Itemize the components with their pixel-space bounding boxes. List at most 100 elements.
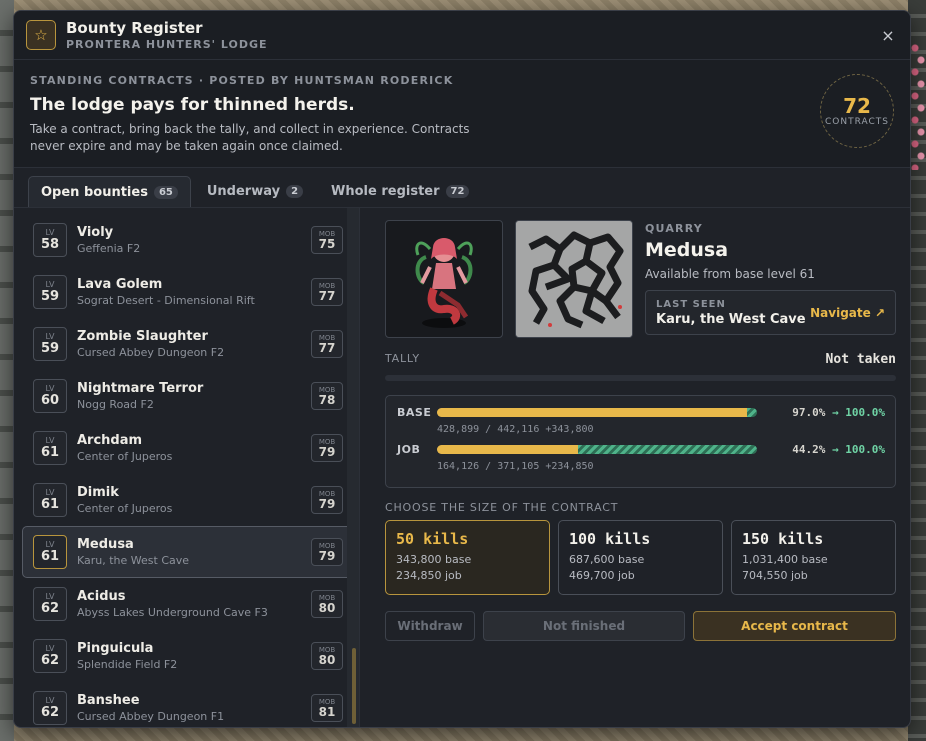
list-item-name: Pinguicula (77, 641, 154, 656)
level-badge: LV 60 (33, 379, 67, 413)
job-exp-numbers: 164,126 / 371,105 +234,850 (437, 461, 594, 472)
level-tag: LV (45, 384, 55, 393)
window-subtitle: PRONTERA HUNTERS' LODGE (66, 38, 268, 51)
size-job-reward: 704,550 job (742, 569, 808, 582)
list-item-name: Zombie Slaughter (77, 329, 208, 344)
mob-level-badge: MOB 77 (311, 330, 343, 358)
close-button[interactable]: × (878, 26, 898, 45)
list-item-location: Abyss Lakes Underground Cave F3 (77, 606, 268, 619)
mob-level-badge: MOB 79 (311, 538, 343, 566)
scrollbar-thumb[interactable] (352, 648, 356, 724)
hero-headline: The lodge pays for thinned herds. (30, 95, 355, 115)
tab-open-bounties[interactable]: Open bounties 65 (28, 176, 191, 207)
size-option-100[interactable]: 100 kills 687,600 base 469,700 job (558, 520, 723, 595)
list-item[interactable]: LV 59 Zombie Slaughter Cursed Abbey Dungeon… (22, 318, 354, 370)
contract-size-label: CHOOSE THE SIZE OF THE CONTRACT (385, 501, 619, 514)
contracts-count: 72 (843, 94, 871, 118)
navigate-link[interactable]: Navigate ↗ (810, 306, 885, 320)
title-bar[interactable]: ☆ Bounty Register PRONTERA HUNTERS' LODG… (14, 11, 910, 60)
tab-underway[interactable]: Underway 2 (195, 176, 315, 207)
mob-level-value: 80 (318, 652, 336, 667)
level-value: 61 (40, 445, 60, 460)
level-value: 61 (40, 497, 60, 512)
list-item-location: Cursed Abbey Dungeon F2 (77, 346, 225, 359)
job-exp-after-pct: 100.0% (845, 443, 885, 456)
list-item[interactable]: LV 62 Banshee Cursed Abbey Dungeon F1 MOB 81 (22, 682, 354, 727)
action-bar: Withdraw Not finished Accept contract (385, 611, 896, 641)
list-item-location: The Ruins of Jupero F1 (77, 208, 200, 209)
level-badge: LV 62 (33, 691, 67, 725)
level-value: 61 (40, 549, 60, 564)
level-value: 62 (40, 601, 60, 616)
level-tag: LV (45, 280, 55, 289)
tab-count-badge: 72 (445, 185, 470, 198)
bounty-list[interactable]: The Ruins of Jupero F1 LV58ViolyGeffenia … (14, 208, 360, 727)
bounty-detail: QUARRY Medusa Available from base level … (360, 208, 910, 727)
tab-count-badge: 2 (286, 185, 304, 198)
base-exp-gain (747, 408, 757, 417)
last-seen-place: Karu, the West Cave (656, 311, 806, 327)
arrow-icon: → (832, 443, 839, 456)
list-item-location: Karu, the West Cave (77, 554, 190, 567)
list-item[interactable]: LV 58 Violy Geffenia F2 MOB 75 (22, 214, 354, 266)
list-item[interactable]: LV 61 Medusa Karu, the West Cave MOB 79 (22, 526, 354, 578)
mob-level-badge: MOB 79 (311, 434, 343, 462)
base-exp-bar (437, 408, 757, 417)
job-exp-current-pct: 44.2% (792, 443, 826, 456)
not-finished-button[interactable]: Not finished (483, 611, 685, 641)
list-item[interactable]: LV 61 Dimik Center of Juperos MOB 79 (22, 474, 354, 526)
base-exp-label: BASE (397, 406, 432, 419)
list-item-name: Archdam (77, 433, 143, 448)
list-item[interactable]: LV 59 Lava Golem Sograt Desert - Dimensiona… (22, 266, 354, 318)
arrow-icon: → (832, 406, 839, 419)
list-item[interactable]: LV 60 Nightmare Terror Nogg Road F2 MOB 78 (22, 370, 354, 422)
size-job-reward: 469,700 job (569, 569, 635, 582)
experience-preview: BASE 97.0% → 100.0% 428,899 / 442,116 +3… (385, 395, 896, 488)
size-option-150[interactable]: 150 kills 1,031,400 base 704,550 job (731, 520, 896, 595)
level-tag: LV (45, 644, 55, 653)
mob-level-badge: MOB 81 (311, 694, 343, 722)
list-item-location: Sograt Desert - Dimensional Rift (77, 294, 255, 307)
base-exp-current-pct: 97.0% (792, 406, 826, 419)
quarry-availability: Available from base level 61 (645, 267, 815, 281)
star-icon: ☆ (26, 20, 56, 50)
mob-level-badge: MOB 79 (311, 486, 343, 514)
size-option-50[interactable]: 50 kills 343,800 base 234,850 job (385, 520, 550, 595)
level-tag: LV (45, 540, 55, 549)
list-item[interactable]: LV 62 Pinguicula Splendide Field F2 MOB 80 (22, 630, 354, 682)
contract-size-options: 50 kills 343,800 base 234,850 job 100 ki… (385, 520, 896, 595)
bounty-register-window: ☆ Bounty Register PRONTERA HUNTERS' LODG… (13, 10, 911, 728)
mob-level-value: 77 (318, 288, 336, 303)
cave-map (515, 220, 633, 338)
list-scrollbar[interactable] (347, 208, 359, 727)
list-item-name: Banshee (77, 693, 140, 708)
level-badge: LV 58 (33, 223, 67, 257)
withdraw-button[interactable]: Withdraw (385, 611, 475, 641)
mob-level-value: 78 (318, 392, 336, 407)
list-item-location: Nogg Road F2 (77, 398, 154, 411)
monster-portrait (385, 220, 503, 338)
list-item[interactable]: LV 61 Archdam Center of Juperos MOB 79 (22, 422, 354, 474)
mob-level-value: 77 (318, 340, 336, 355)
list-item[interactable]: LV 62 Acidus Abyss Lakes Underground Cave F… (22, 578, 354, 630)
list-item-location: Splendide Field F2 (77, 658, 178, 671)
job-exp-percent: 44.2% → 100.0% (757, 443, 885, 456)
mob-level-value: 81 (318, 704, 336, 719)
list-item-name: Lava Golem (77, 277, 163, 292)
tally-status: Not taken (825, 352, 896, 367)
tab-label: Whole register (331, 184, 440, 199)
list-item-name: Dimik (77, 485, 119, 500)
size-kills: 150 kills (742, 530, 824, 548)
tab-bar: Open bounties 65 Underway 2 Whole regist… (14, 168, 910, 208)
base-exp-after-pct: 100.0% (845, 406, 885, 419)
background-wall (0, 0, 14, 741)
accept-contract-button[interactable]: Accept contract (693, 611, 896, 641)
list-item-name: Acidus (77, 589, 126, 604)
tab-whole-register[interactable]: Whole register 72 (319, 176, 481, 207)
size-kills: 100 kills (569, 530, 651, 548)
background-flowers (910, 40, 926, 170)
last-seen-panel: LAST SEEN Karu, the West Cave Navigate ↗ (645, 290, 896, 335)
level-badge: LV 61 (33, 535, 67, 569)
job-exp-gain (578, 445, 757, 454)
job-exp-current (437, 445, 579, 454)
